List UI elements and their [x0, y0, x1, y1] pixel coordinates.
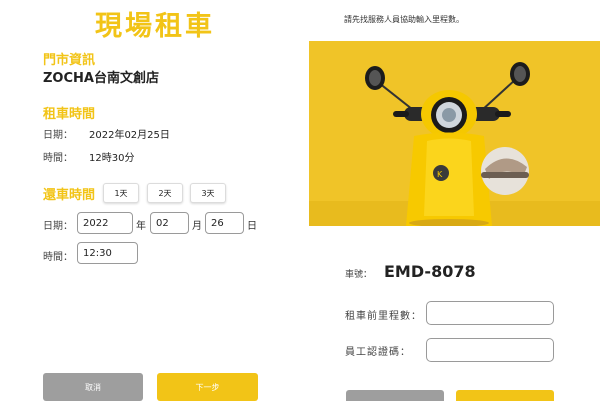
- return-date-label: 日期：: [43, 221, 73, 232]
- plate-label: 車號：: [345, 270, 373, 280]
- rent-time-section-label: 租車時間: [43, 107, 96, 122]
- return-year-input[interactable]: [77, 212, 133, 234]
- scooter-illustration: K: [309, 41, 600, 226]
- day-unit: 日: [247, 221, 257, 232]
- yellow-scooter-photo: K: [309, 41, 600, 226]
- next-button[interactable]: 下一步: [157, 373, 258, 401]
- mileage-hint: 請先找服務人員協助輸入里程數。: [344, 15, 464, 24]
- page-title: 現場租車: [95, 11, 215, 42]
- return-month-input[interactable]: [150, 212, 189, 234]
- staff-code-label: 員工認證碼：: [345, 347, 411, 358]
- rent-time-label: 時間：: [43, 153, 73, 164]
- rent-time-value: 12時30分: [89, 153, 135, 164]
- one-day-button[interactable]: 1天: [103, 183, 139, 203]
- store-section-label: 門市資訊: [43, 53, 96, 68]
- rent-date-label: 日期：: [43, 130, 73, 141]
- staff-code-input[interactable]: [426, 338, 554, 362]
- return-time-section-label: 還車時間: [43, 188, 96, 203]
- store-name: ZOCHA台南文創店: [43, 71, 159, 86]
- year-unit: 年: [136, 221, 146, 232]
- month-unit: 月: [192, 221, 202, 232]
- mileage-label: 租車前里程數：: [345, 311, 422, 322]
- right-cancel-button[interactable]: [346, 390, 444, 401]
- right-confirm-button[interactable]: [456, 390, 554, 401]
- svg-text:K: K: [437, 170, 443, 179]
- two-day-button[interactable]: 2天: [147, 183, 183, 203]
- return-time-label: 時間：: [43, 252, 73, 263]
- cancel-button[interactable]: 取消: [43, 373, 143, 401]
- three-day-button[interactable]: 3天: [190, 183, 226, 203]
- plate-number: EMD-8078: [384, 262, 476, 281]
- return-day-input[interactable]: [205, 212, 244, 234]
- rent-date-value: 2022年02月25日: [89, 130, 170, 141]
- return-time-input[interactable]: [77, 242, 138, 264]
- mileage-input[interactable]: [426, 301, 554, 325]
